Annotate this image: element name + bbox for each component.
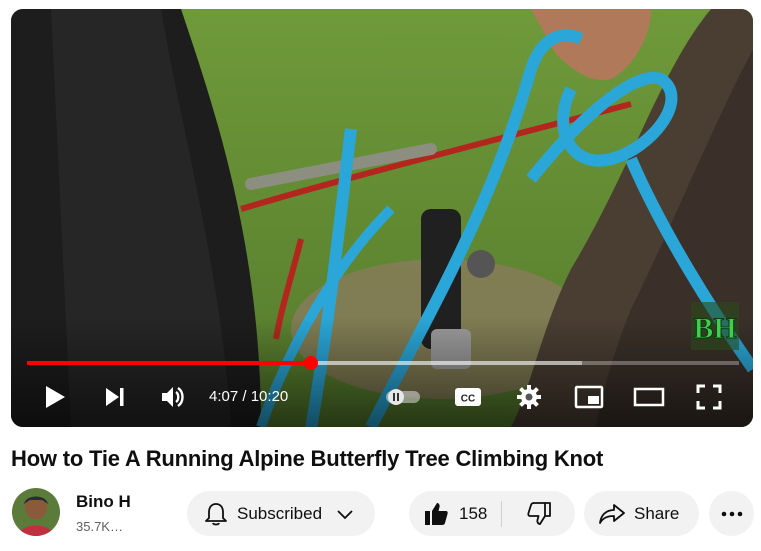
captions-icon: CC [455,388,481,406]
more-icon [721,511,742,516]
play-icon [46,386,65,408]
more-actions-button[interactable] [709,491,754,536]
channel-avatar-image [12,488,60,536]
play-button[interactable] [39,383,71,411]
duration: 10:20 [250,388,289,405]
subscribe-button[interactable]: Subscribed [187,491,375,536]
thumbs-down-icon [526,501,552,527]
channel-watermark: BH [691,302,739,350]
time-separator: / [242,388,247,405]
share-button[interactable]: Share [584,491,699,536]
settings-button[interactable] [513,381,545,413]
autoplay-toggle-icon [386,389,420,405]
fullscreen-icon [696,384,722,410]
subscribe-label: Subscribed [237,503,323,523]
progress-bar[interactable] [27,356,739,370]
theater-icon [633,387,665,407]
avatar[interactable] [12,488,60,536]
progress-scrubber[interactable] [303,356,318,370]
captions-button[interactable]: CC [451,383,485,411]
chevron-down-icon [336,508,354,520]
subscriber-count: 35.7K… [76,519,123,534]
progress-played [27,361,311,365]
gear-icon [517,385,541,409]
thumbs-up-icon [423,501,449,527]
fullscreen-button[interactable] [693,383,725,411]
volume-icon [162,387,184,407]
next-button[interactable] [99,383,131,411]
miniplayer-icon [574,385,604,409]
share-label: Share [634,503,680,523]
miniplayer-button[interactable] [572,383,606,411]
share-icon [598,502,626,526]
like-dislike-group: 158 [409,491,575,536]
video-player[interactable]: BH 4:07 / 10:20 CC [11,9,753,427]
channel-name[interactable]: Bino H [76,491,131,513]
theater-mode-button[interactable] [631,383,667,411]
video-title: How to Tie A Running Alpine Butterfly Tr… [11,446,604,471]
volume-button[interactable] [157,383,189,411]
time-display: 4:07 / 10:20 [209,385,288,409]
autoplay-toggle[interactable] [383,385,423,409]
next-icon [106,388,124,406]
svg-text:CC: CC [461,394,475,405]
dislike-button[interactable] [502,491,575,536]
svg-text:BH: BH [693,312,736,345]
like-count: 158 [459,503,488,523]
current-time: 4:07 [209,388,239,405]
bell-icon [203,501,229,527]
like-button[interactable]: 158 [409,491,501,536]
